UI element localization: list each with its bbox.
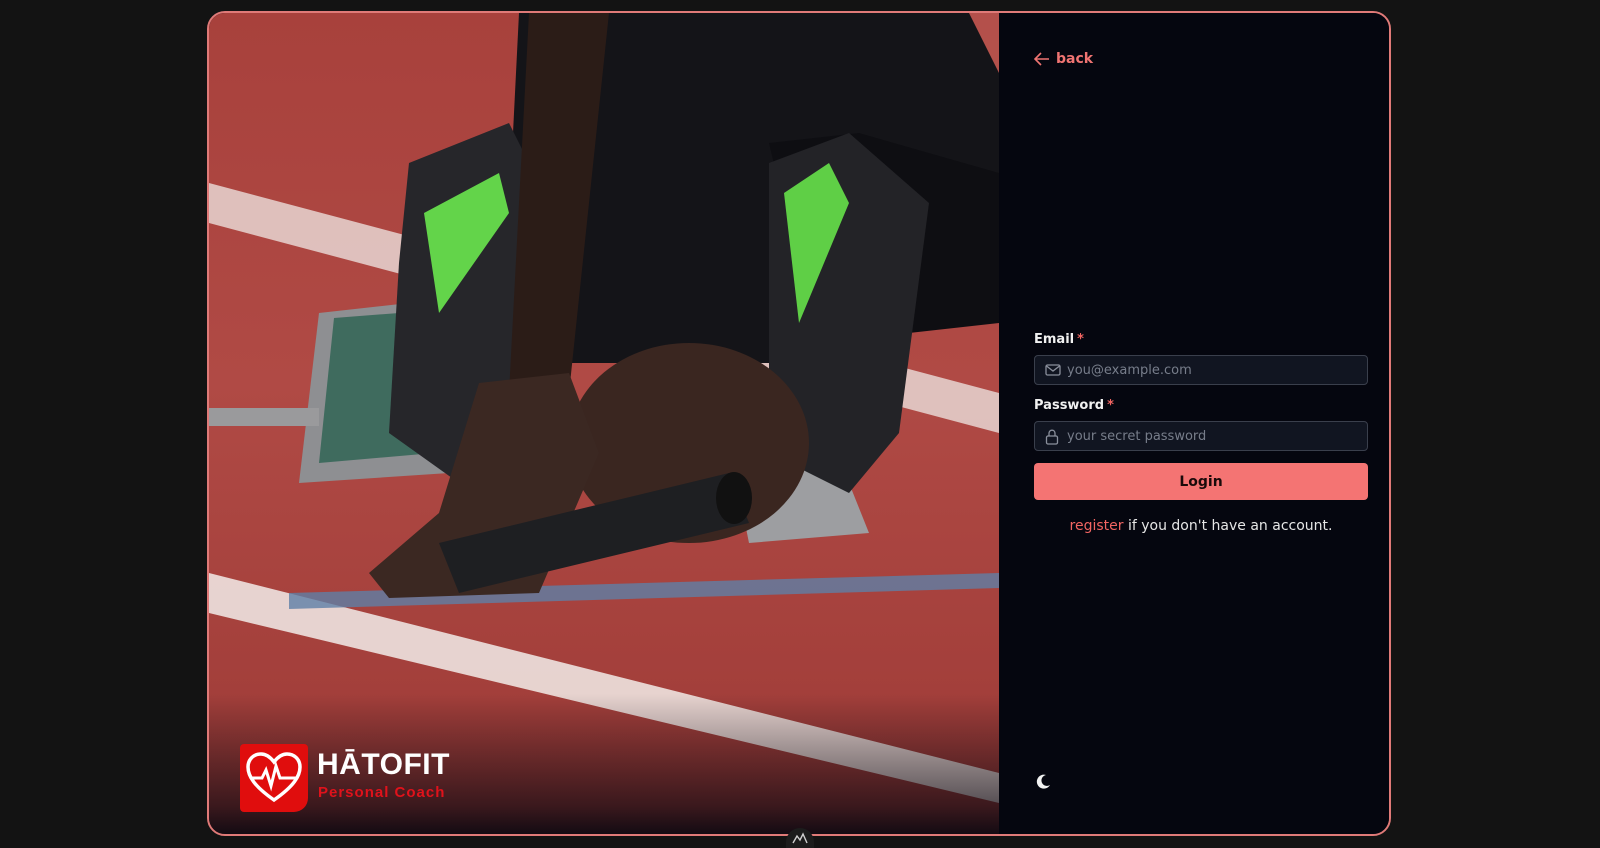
back-label: back xyxy=(1056,51,1094,67)
password-input[interactable] xyxy=(1067,422,1357,450)
theme-toggle-button[interactable] xyxy=(1034,773,1054,793)
login-button[interactable]: Login xyxy=(1034,463,1368,500)
mountain-icon xyxy=(792,832,808,844)
email-input[interactable] xyxy=(1067,356,1357,384)
email-label-text: Email xyxy=(1034,332,1075,347)
brand-logo: HĀTOFIT Personal Coach xyxy=(240,744,460,814)
required-mark: * xyxy=(1077,332,1084,347)
register-link[interactable]: register xyxy=(1070,518,1124,534)
bottom-dock-handle[interactable] xyxy=(786,828,814,848)
password-label-text: Password xyxy=(1034,398,1105,413)
auth-card: HĀTOFIT Personal Coach back Email* P xyxy=(207,11,1391,836)
back-link[interactable]: back xyxy=(1034,47,1093,71)
brand-tagline: Personal Coach xyxy=(318,784,446,801)
password-field[interactable] xyxy=(1034,421,1368,451)
password-label: Password * xyxy=(1034,397,1368,415)
mail-icon xyxy=(1045,364,1061,376)
required-mark: * xyxy=(1107,398,1114,413)
arrow-left-icon xyxy=(1034,52,1049,66)
heart-pulse-logo-icon xyxy=(240,744,308,812)
brand-name: HĀTOFIT xyxy=(317,748,450,781)
moon-icon xyxy=(1036,774,1050,789)
lock-icon xyxy=(1045,429,1059,445)
register-prompt: register if you don't have an account. xyxy=(1034,518,1368,534)
register-suffix: if you don't have an account. xyxy=(1123,518,1333,534)
email-field[interactable] xyxy=(1034,355,1368,385)
login-form: Email* Password* Login xyxy=(1034,331,1368,534)
email-label: Email * xyxy=(1034,331,1368,349)
login-panel: back Email* Password* xyxy=(999,13,1389,834)
hero-photo: HĀTOFIT Personal Coach xyxy=(209,13,999,834)
